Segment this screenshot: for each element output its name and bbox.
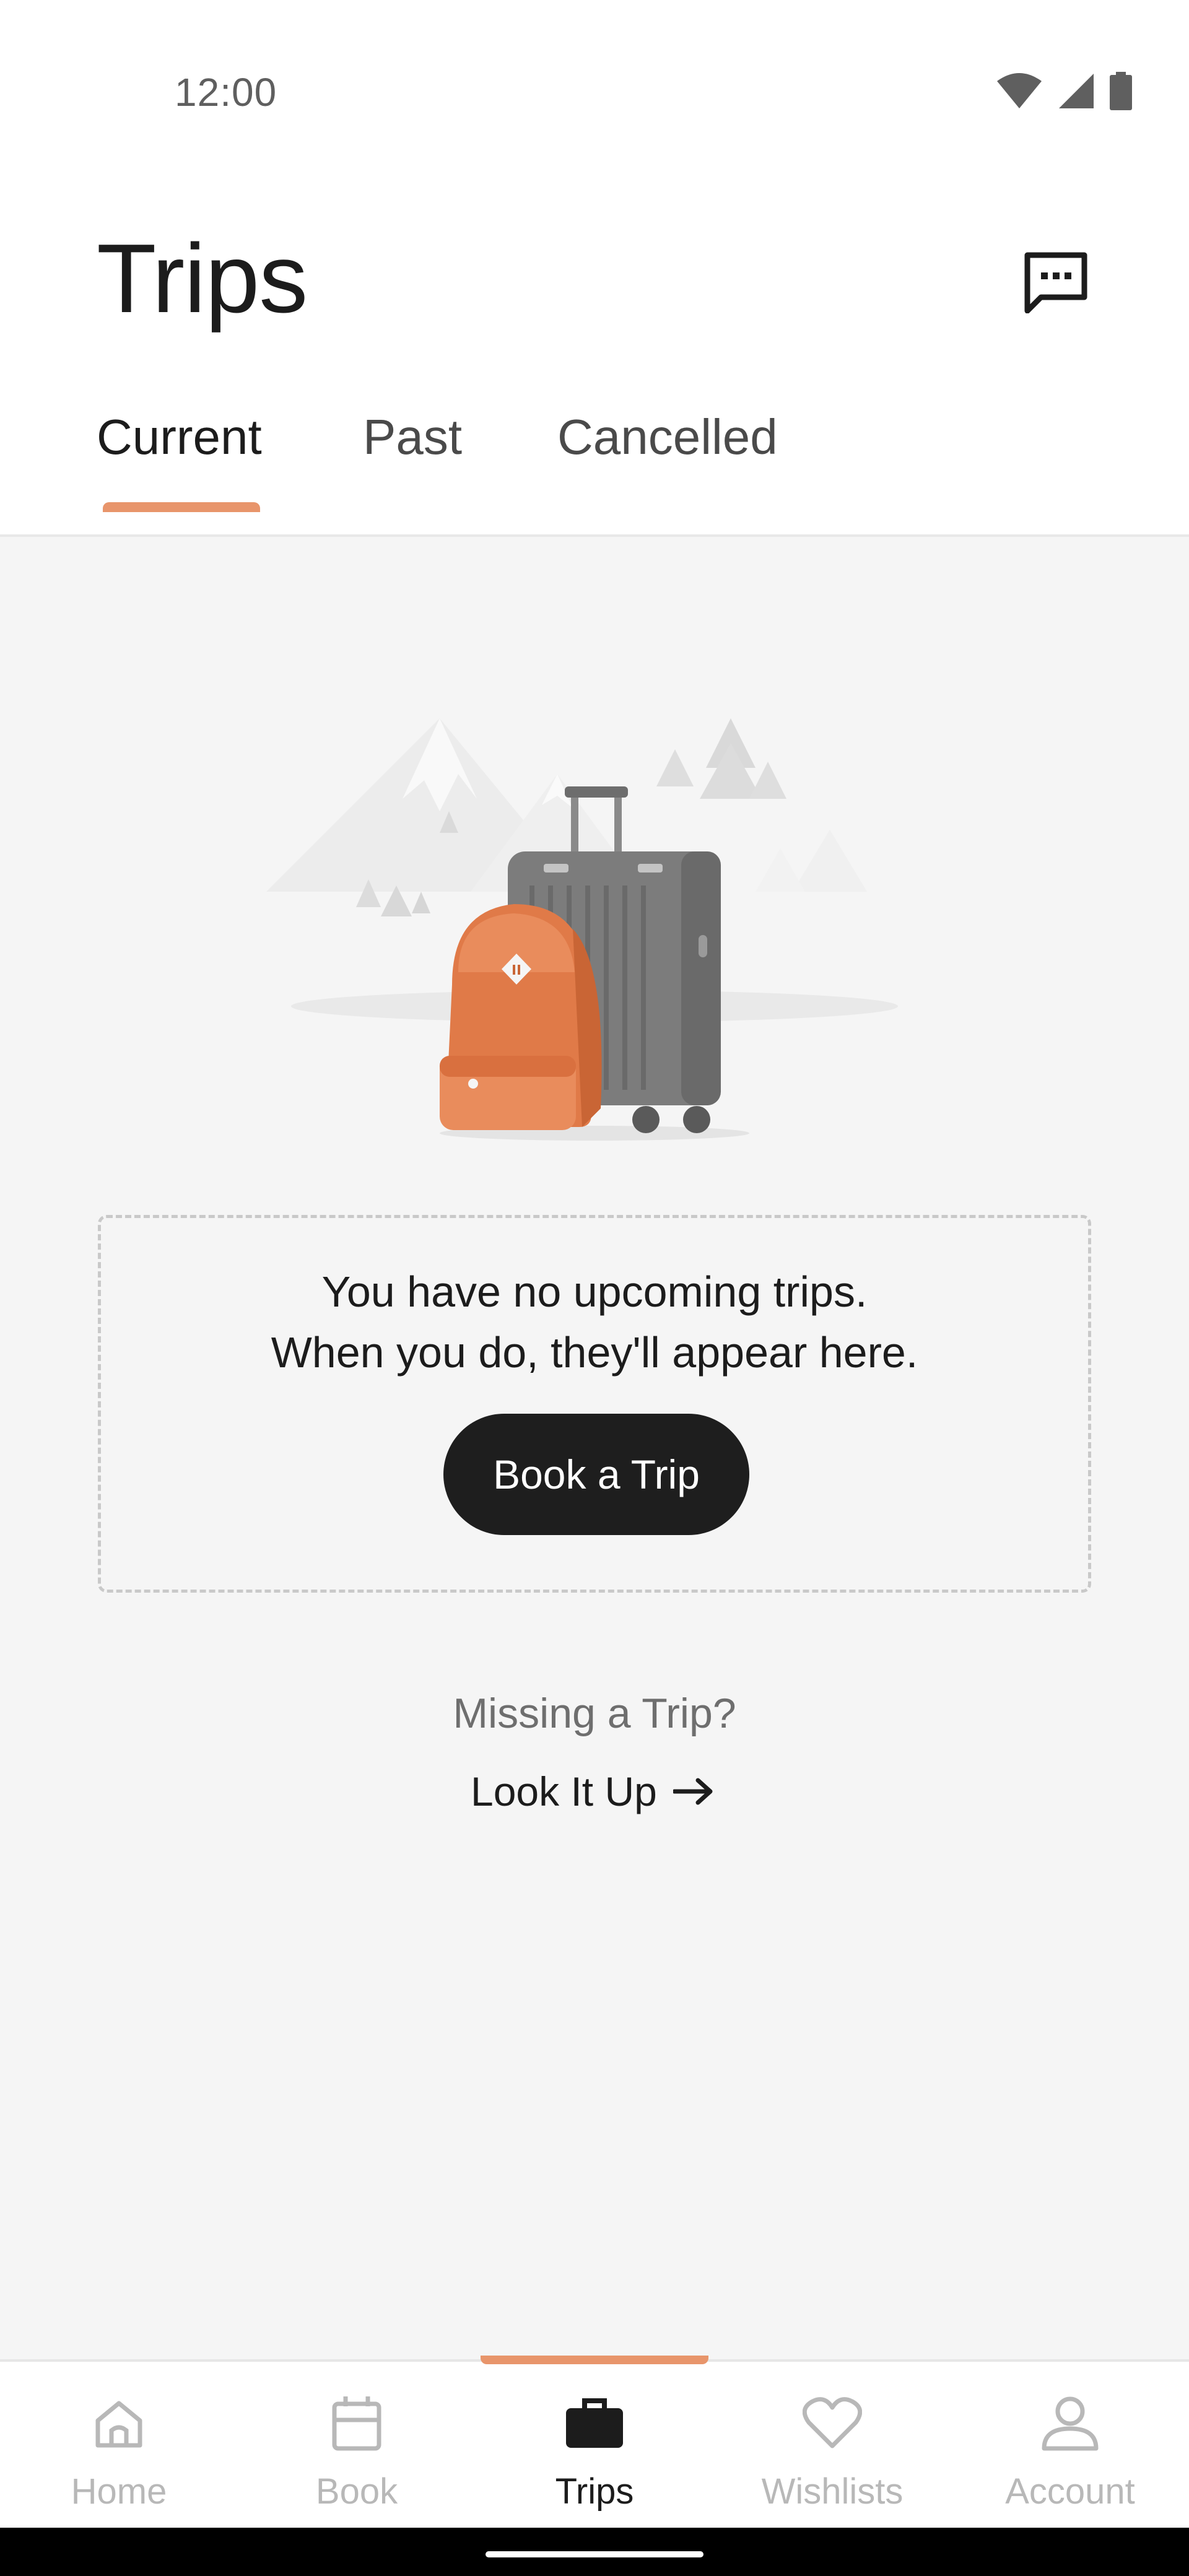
nav-label-home: Home (71, 2471, 167, 2512)
status-bar: 12:00 (0, 0, 1189, 186)
signal-icon (1059, 74, 1094, 108)
empty-state-line-1: You have no upcoming trips. (321, 1268, 868, 1316)
heart-icon (803, 2397, 862, 2448)
look-it-up-label: Look It Up (471, 1769, 657, 1814)
home-icon (95, 2401, 142, 2448)
calendar-icon (332, 2396, 381, 2451)
arrow-right-icon (673, 1778, 713, 1805)
empty-state-card: You have no upcoming trips. When you do,… (98, 1215, 1091, 1593)
wifi-icon (997, 73, 1042, 108)
home-gesture-handle[interactable] (486, 2551, 703, 2557)
chat-icon (1024, 252, 1087, 313)
system-navigation-bar (0, 2528, 1189, 2576)
tab-past[interactable]: Past (363, 396, 462, 537)
bottom-navigation: Home Book Trips Wishlists Account (0, 2356, 1189, 2530)
empty-state-line-2: When you do, they'll appear here. (271, 1328, 918, 1377)
nav-item-wishlists[interactable]: Wishlists (713, 2362, 951, 2530)
nav-item-home[interactable]: Home (0, 2362, 238, 2530)
status-icons (996, 72, 1132, 110)
look-it-up-link[interactable]: Look It Up (471, 1764, 713, 1819)
trip-tabs: Current Past Cancelled (0, 396, 1189, 537)
person-icon (1042, 2396, 1099, 2451)
nav-item-account[interactable]: Account (951, 2362, 1189, 2530)
nav-label-trips: Trips (555, 2471, 634, 2512)
tab-cancelled-label: Cancelled (557, 409, 778, 464)
tab-past-label: Past (363, 409, 463, 464)
missing-trip-heading: Missing a Trip? (453, 1690, 736, 1737)
trips-screen: 12:00 Trips Current Past Cancelled You h… (0, 0, 1189, 2576)
tab-cancelled[interactable]: Cancelled (557, 396, 778, 537)
nav-label-book: Book (315, 2471, 398, 2512)
page-header: Trips Current Past Cancelled (0, 186, 1189, 537)
messages-button[interactable] (1016, 244, 1096, 321)
tab-current-label: Current (97, 409, 262, 464)
book-a-trip-button[interactable]: Book a Trip (443, 1414, 749, 1535)
active-tab-indicator (103, 502, 260, 512)
nav-label-account: Account (1005, 2471, 1135, 2512)
nav-item-trips[interactable]: Trips (476, 2362, 713, 2530)
battery-icon (1110, 72, 1132, 110)
status-time: 12:00 (175, 70, 277, 115)
luggage-illustration (266, 718, 898, 1141)
briefcase-icon (566, 2398, 623, 2448)
empty-state-message: You have no upcoming trips. When you do,… (101, 1261, 1088, 1383)
nav-label-wishlists: Wishlists (761, 2471, 904, 2512)
nav-item-book[interactable]: Book (238, 2362, 476, 2530)
page-title: Trips (97, 224, 308, 333)
tab-current[interactable]: Current (97, 396, 262, 537)
